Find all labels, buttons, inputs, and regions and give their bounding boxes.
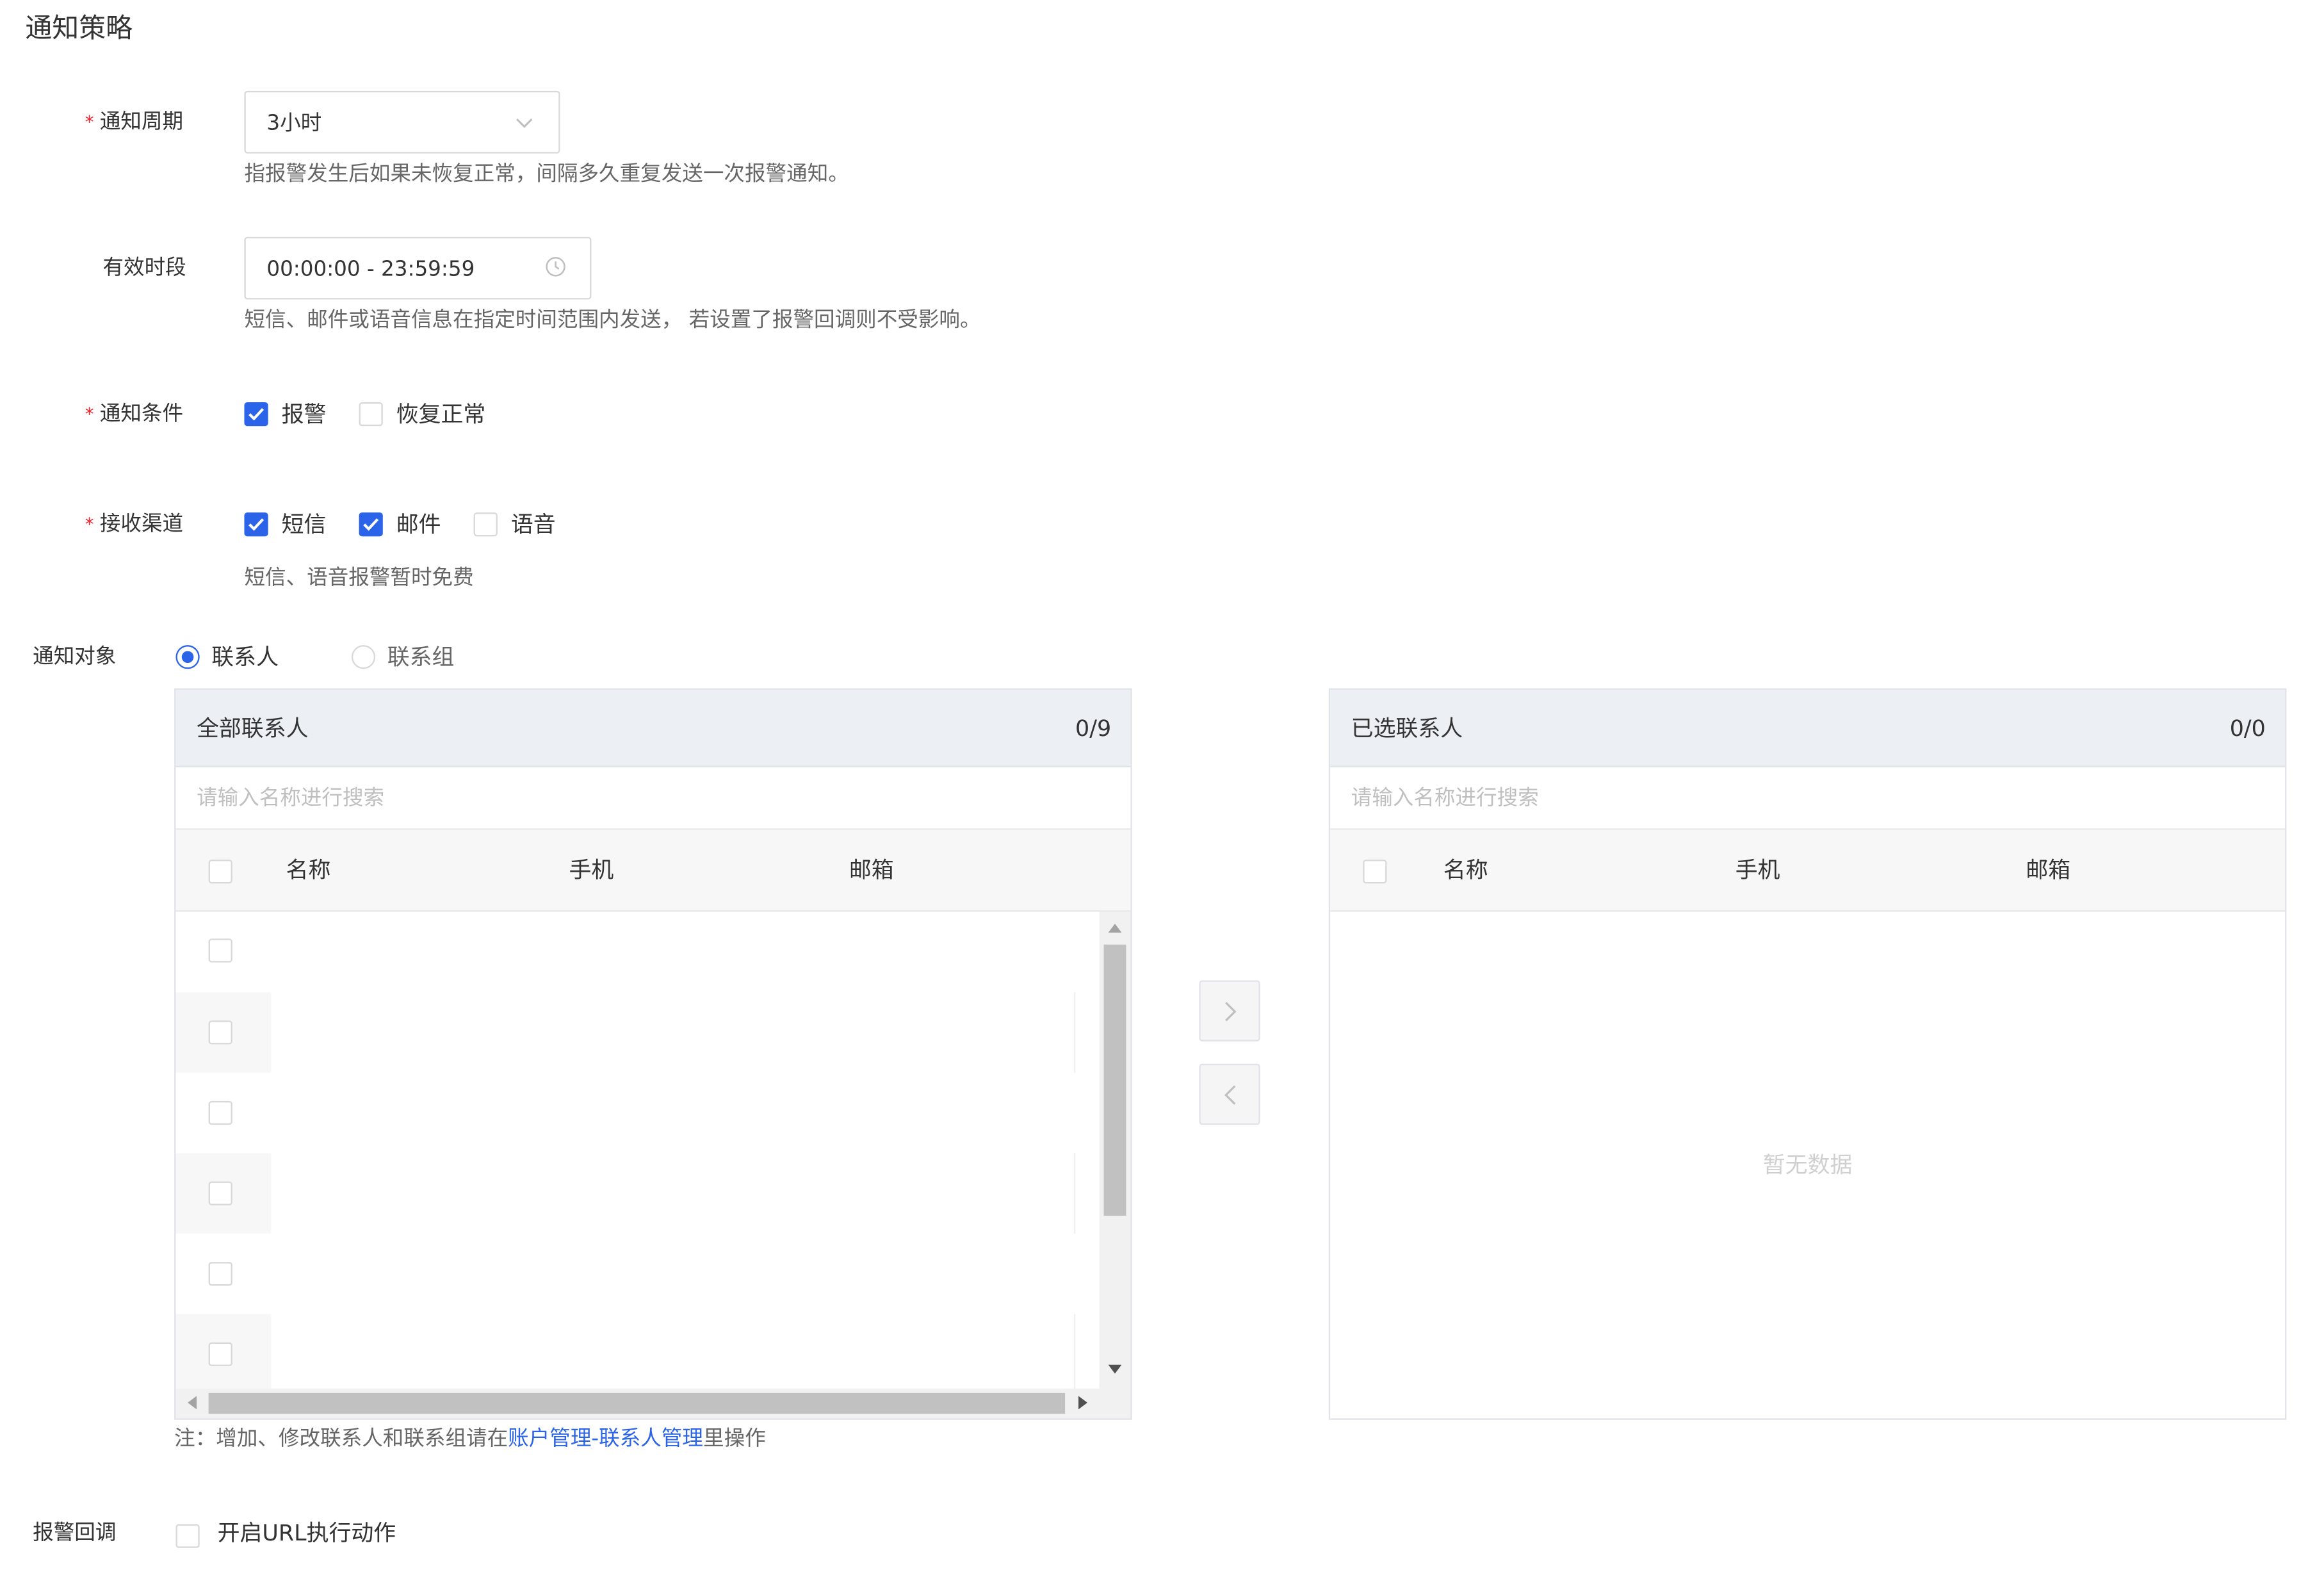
url-action-checkbox-label: 开启URL执行动作 — [217, 1519, 396, 1547]
table-row[interactable] — [175, 1072, 272, 1154]
effective-time-value: 00:00:00 - 23:59:59 — [266, 257, 475, 282]
recover-checkbox[interactable] — [359, 402, 383, 427]
column-name: 名称 — [286, 856, 331, 884]
row-checkbox[interactable] — [208, 1262, 232, 1286]
select-all-checkbox[interactable] — [208, 860, 232, 884]
notify-period-value: 3小时 — [266, 111, 322, 136]
required-mark: * — [85, 111, 94, 133]
contact-radio-label: 联系人 — [211, 643, 279, 671]
move-right-button[interactable] — [1199, 980, 1260, 1041]
scroll-right-icon[interactable] — [1078, 1396, 1087, 1410]
vertical-scrollbar[interactable] — [1099, 911, 1131, 1389]
all-contacts-header: 全部联系人 0/9 — [175, 689, 1131, 767]
column-phone: 手机 — [569, 856, 614, 884]
row-divider — [1074, 992, 1076, 1073]
move-left-button[interactable] — [1199, 1063, 1260, 1125]
horizontal-scroll-thumb[interactable] — [208, 1392, 1066, 1414]
horizontal-scrollbar[interactable] — [175, 1388, 1131, 1419]
table-row[interactable] — [175, 1233, 272, 1314]
sms-checkbox-label: 短信 — [281, 510, 327, 538]
voice-checkbox-label: 语音 — [510, 510, 556, 538]
row-checkbox[interactable] — [208, 1181, 232, 1205]
selected-contacts-search-placeholder: 请输入名称进行搜索 — [1351, 787, 1539, 811]
section-title: 通知策略 — [25, 13, 133, 45]
select-all-checkbox[interactable] — [1363, 860, 1387, 884]
all-contacts-panel: 全部联系人 0/9 请输入名称进行搜索 名称 手机 邮箱 — [174, 688, 1132, 1420]
all-contacts-search-placeholder: 请输入名称进行搜索 — [197, 787, 385, 811]
selected-contacts-search[interactable]: 请输入名称进行搜索 — [1330, 767, 2286, 830]
row-divider — [1074, 1153, 1076, 1234]
notify-period-select[interactable]: 3小时 — [244, 90, 560, 154]
row-checkbox[interactable] — [208, 1020, 232, 1045]
scroll-down-icon[interactable] — [1108, 1364, 1122, 1374]
channels-label: * 接收渠道 — [85, 512, 184, 537]
selected-contacts-header: 已选联系人 0/0 — [1330, 689, 2286, 767]
selected-contacts-count: 0/0 — [2229, 715, 2266, 742]
check-icon — [248, 518, 264, 531]
all-contacts-table-body — [175, 911, 1099, 1389]
selected-contacts-panel: 已选联系人 0/0 请输入名称进行搜索 名称 手机 邮箱 暂无数据 — [1328, 688, 2287, 1420]
check-icon — [248, 408, 264, 421]
effective-time-label: 有效时段 — [102, 256, 186, 281]
row-checkbox[interactable] — [208, 1100, 232, 1125]
url-action-checkbox[interactable] — [175, 1524, 200, 1548]
chevron-down-icon — [516, 118, 533, 128]
table-row[interactable] — [175, 1314, 272, 1389]
voice-checkbox[interactable] — [473, 512, 498, 537]
column-phone: 手机 — [1735, 856, 1780, 884]
effective-time-hint: 短信、邮件或语音信息在指定时间范围内发送， 若设置了报警回调则不受影响。 — [244, 308, 981, 332]
column-email: 邮箱 — [849, 856, 894, 884]
table-row[interactable] — [175, 992, 272, 1073]
column-name: 名称 — [1443, 856, 1488, 884]
column-email: 邮箱 — [2026, 856, 2071, 884]
notify-target-label: 通知对象 — [33, 645, 117, 669]
group-radio-label: 联系组 — [387, 643, 455, 671]
vertical-scroll-thumb[interactable] — [1103, 944, 1126, 1216]
email-checkbox-label: 邮件 — [396, 510, 441, 538]
alarm-checkbox[interactable] — [244, 402, 268, 427]
all-contacts-count: 0/9 — [1075, 715, 1112, 742]
all-contacts-search[interactable]: 请输入名称进行搜索 — [175, 767, 1131, 830]
clock-icon — [546, 257, 565, 277]
chevron-left-icon — [1223, 1084, 1235, 1104]
sms-checkbox[interactable] — [244, 512, 268, 537]
selected-contacts-title: 已选联系人 — [1351, 715, 1463, 742]
selected-contacts-table-header: 名称 手机 邮箱 — [1330, 829, 2286, 912]
table-row[interactable] — [175, 911, 272, 993]
contact-management-link[interactable]: 账户管理-联系人管理 — [508, 1427, 703, 1451]
notify-period-label: * 通知周期 — [85, 110, 184, 135]
transfer-note: 注：增加、修改联系人和联系组请在账户管理-联系人管理里操作 — [174, 1427, 766, 1451]
notify-condition-label: * 通知条件 — [85, 402, 184, 427]
effective-time-picker[interactable]: 00:00:00 - 23:59:59 — [244, 236, 592, 300]
scroll-left-icon[interactable] — [188, 1396, 197, 1410]
check-icon — [363, 518, 379, 531]
row-checkbox[interactable] — [208, 1342, 232, 1366]
contact-radio[interactable] — [175, 645, 200, 669]
channels-hint: 短信、语音报警暂时免费 — [244, 566, 474, 591]
notify-period-hint: 指报警发生后如果未恢复正常，间隔多久重复发送一次报警通知。 — [244, 162, 849, 186]
email-checkbox[interactable] — [359, 512, 383, 537]
alarm-checkbox-label: 报警 — [281, 400, 327, 428]
all-contacts-table-header: 名称 手机 邮箱 — [175, 829, 1131, 912]
row-checkbox[interactable] — [208, 938, 232, 963]
table-row[interactable] — [175, 1153, 272, 1234]
recover-checkbox-label: 恢复正常 — [396, 400, 486, 428]
callback-label: 报警回调 — [33, 1521, 117, 1546]
all-contacts-title: 全部联系人 — [197, 715, 309, 742]
chevron-right-icon — [1224, 1001, 1236, 1021]
scroll-up-icon[interactable] — [1108, 924, 1122, 933]
empty-text: 暂无数据 — [1762, 1151, 1853, 1179]
group-radio[interactable] — [351, 645, 376, 669]
row-divider — [1074, 1314, 1076, 1389]
